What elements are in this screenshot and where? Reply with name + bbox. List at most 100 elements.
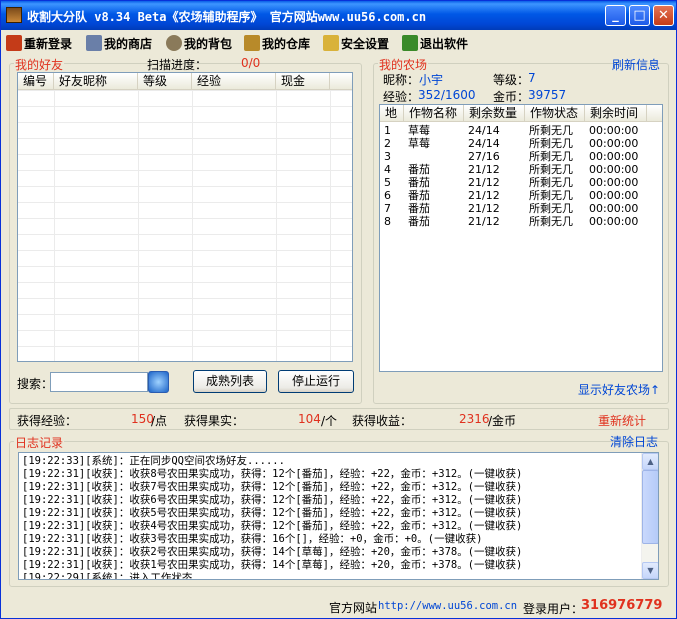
farm-cell-status: 所剩无几 [529,202,573,215]
scan-progress-value: 0/0 [241,56,261,70]
scroll-up-icon[interactable]: ▲ [642,453,658,470]
farm-row[interactable]: 2 草莓 24/14 所剩无几 00:00:00 [380,137,647,150]
warehouse-button[interactable]: 我的仓库 [244,33,310,53]
search-label: 搜索： [17,377,54,391]
friend-grid-line [18,346,352,347]
friends-list[interactable]: 编号 好友昵称 等级 经验 现金 [17,72,353,362]
search-icon[interactable] [148,371,169,393]
farm-cell-time: 00:00:00 [589,215,639,228]
friend-grid-line [18,170,352,171]
stat-fruit-value: 104 [298,412,321,426]
exit-button[interactable]: 退出软件 [402,33,468,53]
col-cash[interactable]: 现金 [276,73,330,90]
farm-cell-status: 所剩无几 [529,137,573,150]
minimize-button[interactable]: _ [605,5,626,26]
clear-log-link[interactable]: 清除日志 [610,433,658,450]
user-label: 登录用户： [523,602,584,616]
farm-cell-crop [404,150,464,163]
col-time[interactable]: 剩余时间 [585,105,647,122]
toolbar: 重新登录 我的商店 我的背包 我的仓库 安全设置 退出软件 [1,31,676,55]
farm-row[interactable]: 1 草莓 24/14 所剩无几 00:00:00 [380,124,647,137]
friend-grid-line [18,186,352,187]
log-scrollbar[interactable]: ▲ ▼ [641,453,658,579]
log-line: [19:22:31][收获]：收获4号农田果实成功，获得：12个[番茄]，经验：… [22,520,523,532]
farm-cell-plot: 5 [384,176,391,189]
farm-cell-crop: 番茄 [408,163,430,176]
friend-grid-line [18,314,352,315]
gold-value: 39757 [528,88,567,102]
farm-row[interactable]: 5 番茄 21/12 所剩无几 00:00:00 [380,176,647,189]
farm-list-header: 地 作物名称 剩余数量 作物状态 剩余时间 [380,105,662,122]
col-status[interactable]: 作物状态 [525,105,585,122]
col-crop[interactable]: 作物名称 [404,105,464,122]
close-button[interactable]: ✕ [653,5,674,26]
gold-label: 金币： [493,90,530,104]
warehouse-icon [244,35,260,51]
stop-button[interactable]: 停止运行 [278,370,354,393]
col-exp[interactable]: 经验 [192,73,276,90]
farm-cell-remaining: 21/12 [468,176,500,189]
window-title: 收割大分队 v8.34 Beta《农场辅助程序》 官方网站www.uu56.co… [27,10,427,24]
friend-grid-line [18,234,352,235]
col-plot[interactable]: 地 [380,105,404,122]
cart-icon [86,35,102,51]
friend-grid-line [18,106,352,107]
farm-cell-status: 所剩无几 [529,176,573,189]
farm-row[interactable]: 4 番茄 21/12 所剩无几 00:00:00 [380,163,647,176]
farm-cell-remaining: 21/12 [468,202,500,215]
farm-cell-crop: 草莓 [408,124,430,137]
farm-list[interactable]: 地 作物名称 剩余数量 作物状态 剩余时间 1 草莓 24/14 所剩无几 00:00:… [379,104,663,372]
log-line: [19:22:29][系统]：进入工作状态 [22,572,193,580]
farm-cell-plot: 8 [384,215,391,228]
title-bar[interactable]: 收割大分队 v8.34 Beta《农场辅助程序》 官方网站www.uu56.co… [1,1,676,30]
farm-cell-crop: 草莓 [408,137,430,150]
col-level[interactable]: 等级 [138,73,192,90]
friend-grid-line [18,90,352,91]
search-input[interactable] [50,372,148,392]
ripe-list-button[interactable]: 成熟列表 [193,370,267,393]
farm-cell-status: 所剩无几 [529,150,573,163]
log-textbox[interactable]: [19:22:33][系统]：正在同步QQ空间农场好友...... [19:22:… [18,452,659,580]
refresh-info-link[interactable]: 刷新信息 [612,56,660,73]
friend-grid-line [18,282,352,283]
maximize-button[interactable]: □ [629,5,650,26]
key-icon [323,35,339,51]
col-id[interactable]: 编号 [18,73,54,90]
friend-grid-line [18,218,352,219]
col-nickname[interactable]: 好友昵称 [54,73,138,90]
scroll-down-icon[interactable]: ▼ [642,562,658,579]
bag-button[interactable]: 我的背包 [166,33,232,53]
shop-button[interactable]: 我的商店 [86,33,152,53]
stat-exp-label: 获得经验： [17,414,78,428]
farm-cell-plot: 1 [384,124,391,137]
farm-cell-plot: 3 [384,150,391,163]
friend-grid-line [18,154,352,155]
farm-cell-status: 所剩无几 [529,163,573,176]
farm-cell-status: 所剩无几 [529,189,573,202]
farm-row[interactable]: 6 番茄 21/12 所剩无几 00:00:00 [380,189,647,202]
security-button[interactable]: 安全设置 [323,33,389,53]
show-friend-farm-link[interactable]: 显示好友农场↑ [578,381,660,398]
log-line: [19:22:31][收获]：收获7号农田果实成功，获得：12个[番茄]，经验：… [22,481,523,493]
farm-cell-remaining: 21/12 [468,163,500,176]
farm-cell-remaining: 24/14 [468,124,500,137]
reset-stats-link[interactable]: 重新统计 [598,412,646,429]
farm-row[interactable]: 7 番茄 21/12 所剩无几 00:00:00 [380,202,647,215]
farm-row[interactable]: 8 番茄 21/12 所剩无几 00:00:00 [380,215,647,228]
friend-grid-line [18,122,352,123]
friends-list-header: 编号 好友昵称 等级 经验 现金 [18,73,352,90]
farm-cell-status: 所剩无几 [529,124,573,137]
relogin-button[interactable]: 重新登录 [6,33,72,53]
scroll-thumb[interactable] [642,470,658,544]
farm-row[interactable]: 3 27/16 所剩无几 00:00:00 [380,150,647,163]
level-label: 等级： [493,73,530,87]
farm-cell-status: 所剩无几 [529,215,573,228]
stat-exp-unit: /点 [151,414,168,428]
relogin-icon [6,35,22,51]
log-line: [19:22:31][收获]：收获8号农田果实成功，获得：12个[番茄]，经验：… [22,468,523,480]
stat-income-label: 获得收益： [352,414,413,428]
col-remaining[interactable]: 剩余数量 [464,105,525,122]
friend-grid-line [18,250,352,251]
level-value: 7 [528,71,536,85]
site-url-link[interactable]: http://www.uu56.com.cn [378,600,517,612]
